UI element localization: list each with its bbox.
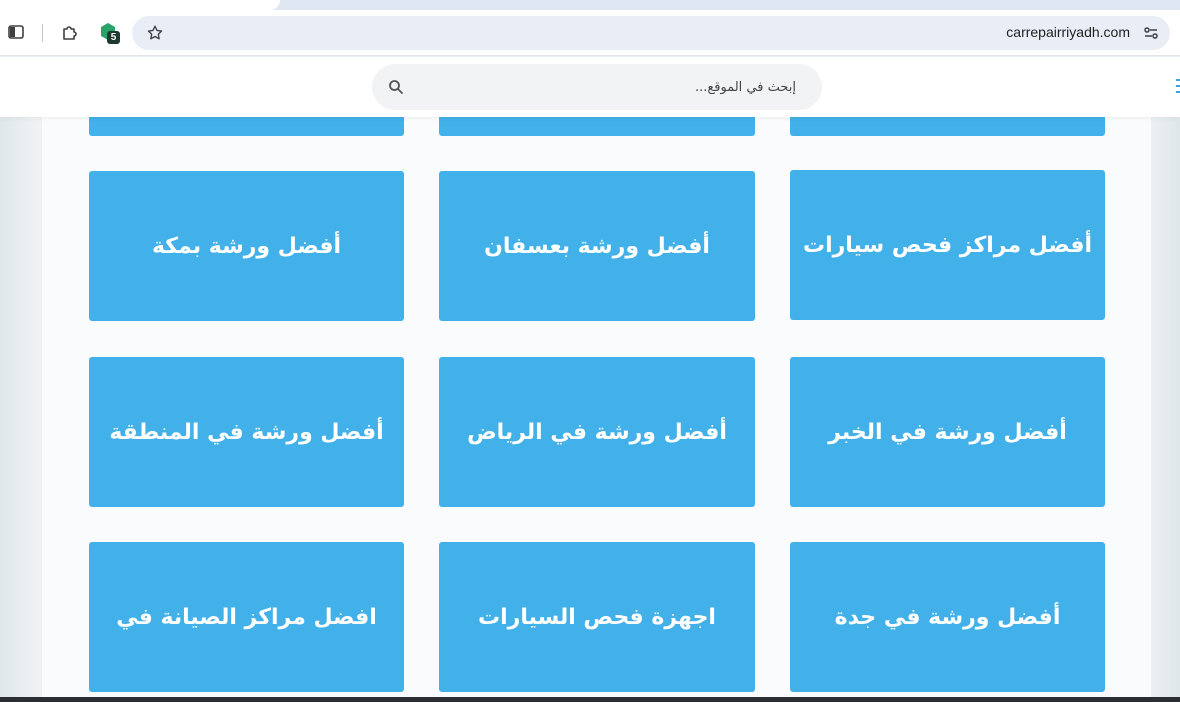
card-title: أفضل ورشة بمكة — [151, 233, 342, 259]
category-card-makkah[interactable]: أفضل ورشة بمكة — [89, 171, 404, 321]
card-title: اجهزة فحص السيارات — [478, 604, 716, 630]
card-title: افضل مراكز الصيانة في — [116, 604, 377, 630]
category-card-usfan[interactable]: أفضل ورشة بعسفان — [439, 171, 755, 321]
card-title: أفضل ورشة بعسفان — [484, 233, 710, 259]
browser-toolbar: 5 carrepairriyadh.com — [0, 10, 1180, 56]
site-search — [372, 64, 822, 110]
category-card-inspection-devices[interactable]: اجهزة فحص السيارات — [439, 542, 755, 692]
category-card-jeddah[interactable]: أفضل ورشة في جدة — [790, 542, 1105, 692]
category-card-region[interactable]: أفضل ورشة في المنطقة — [89, 357, 404, 507]
active-tab[interactable] — [0, 0, 280, 10]
card-title: أفضل ورشة في الرياض — [467, 419, 727, 445]
card-title: أفضل ورشة في جدة — [834, 604, 1061, 630]
menu-icon[interactable] — [1174, 77, 1180, 97]
taskbar-edge — [0, 697, 1180, 702]
puzzle-icon[interactable] — [58, 20, 82, 44]
toolbar-divider — [42, 24, 43, 42]
card-title: أفضل ورشة في الخبر — [828, 419, 1067, 445]
card-title: أفضل ورشة في المنطقة — [109, 419, 384, 445]
url-text[interactable]: carrepairriyadh.com — [1006, 24, 1130, 40]
search-input[interactable] — [412, 64, 812, 110]
category-card-maintenance-centers[interactable]: افضل مراكز الصيانة في — [89, 542, 404, 692]
extension-count-badge: 5 — [107, 31, 120, 44]
category-card-inspection-centers[interactable]: أفضل مراكز فحص سيارات — [790, 170, 1105, 320]
sidebar-toggle-icon[interactable] — [4, 20, 28, 44]
site-header — [0, 57, 1180, 117]
tune-icon[interactable] — [1140, 22, 1162, 44]
tab-strip — [0, 0, 1180, 10]
address-bar[interactable]: carrepairriyadh.com — [132, 16, 1170, 50]
search-icon[interactable] — [386, 77, 406, 97]
category-card-khobar[interactable]: أفضل ورشة في الخبر — [790, 357, 1105, 507]
category-card-riyadh[interactable]: أفضل ورشة في الرياض — [439, 357, 755, 507]
star-icon[interactable] — [144, 22, 166, 44]
card-title: أفضل مراكز فحص سيارات — [802, 232, 1093, 258]
